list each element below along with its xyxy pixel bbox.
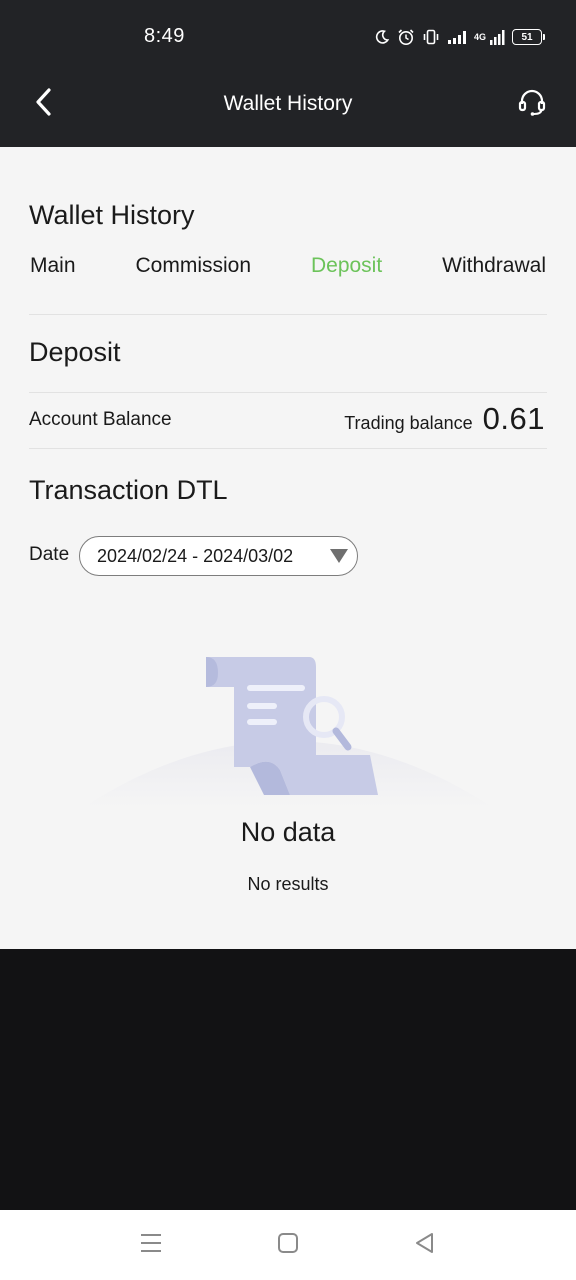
network-type: 4G [473,31,486,42]
section-title: Deposit [29,337,121,367]
empty-state-title: No data [240,817,336,847]
balance-divider [29,448,547,449]
tab-commission[interactable]: Commission [135,254,251,278]
back-triangle-icon [413,1231,437,1260]
trading-balance: Trading balance 0.61 [344,401,545,437]
trading-balance-label: Trading balance [344,413,473,433]
background-area [0,949,576,1210]
section-divider [29,392,547,393]
system-back-button[interactable] [410,1230,440,1260]
tab-withdrawal[interactable]: Withdrawal [442,254,546,278]
system-nav-bar [0,1210,576,1280]
main-content: Wallet History Main Commission Deposit W… [0,147,576,949]
support-button[interactable] [512,84,552,124]
recent-apps-button[interactable] [136,1230,166,1260]
date-label: Date [29,544,70,565]
signal-4g-icon [489,28,505,46]
date-range-select[interactable]: 2024/02/24 - 2024/03/02 [79,536,358,576]
moon-icon [374,29,390,45]
headset-icon [517,87,547,122]
signal-icon [447,29,467,45]
status-icons: 4G 51 [374,24,545,50]
status-bar: 8:49 4G 51 [0,0,576,70]
home-button[interactable] [273,1230,303,1260]
page-heading: Wallet History [29,200,195,230]
vibrate-icon [422,28,440,46]
menu-icon [139,1231,163,1260]
empty-state-subtitle: No results [247,874,329,894]
tabs-divider [29,314,547,315]
wallet-tabs: Main Commission Deposit Withdrawal [30,254,546,278]
empty-receipt-illustration [84,655,492,810]
tab-main[interactable]: Main [30,254,76,278]
date-range-value: 2024/02/24 - 2024/03/02 [97,545,294,566]
status-time: 8:49 [144,25,185,47]
battery-icon: 51 [512,29,545,45]
app-header: Wallet History [0,70,576,147]
trading-balance-value: 0.61 [482,401,545,436]
home-square-icon [276,1231,300,1260]
alarm-icon [397,28,415,46]
triangle-down-icon [329,548,349,569]
transaction-title: Transaction DTL [29,475,228,505]
tab-deposit[interactable]: Deposit [311,254,382,278]
header-title: Wallet History [223,92,353,115]
account-balance-label: Account Balance [29,409,172,430]
